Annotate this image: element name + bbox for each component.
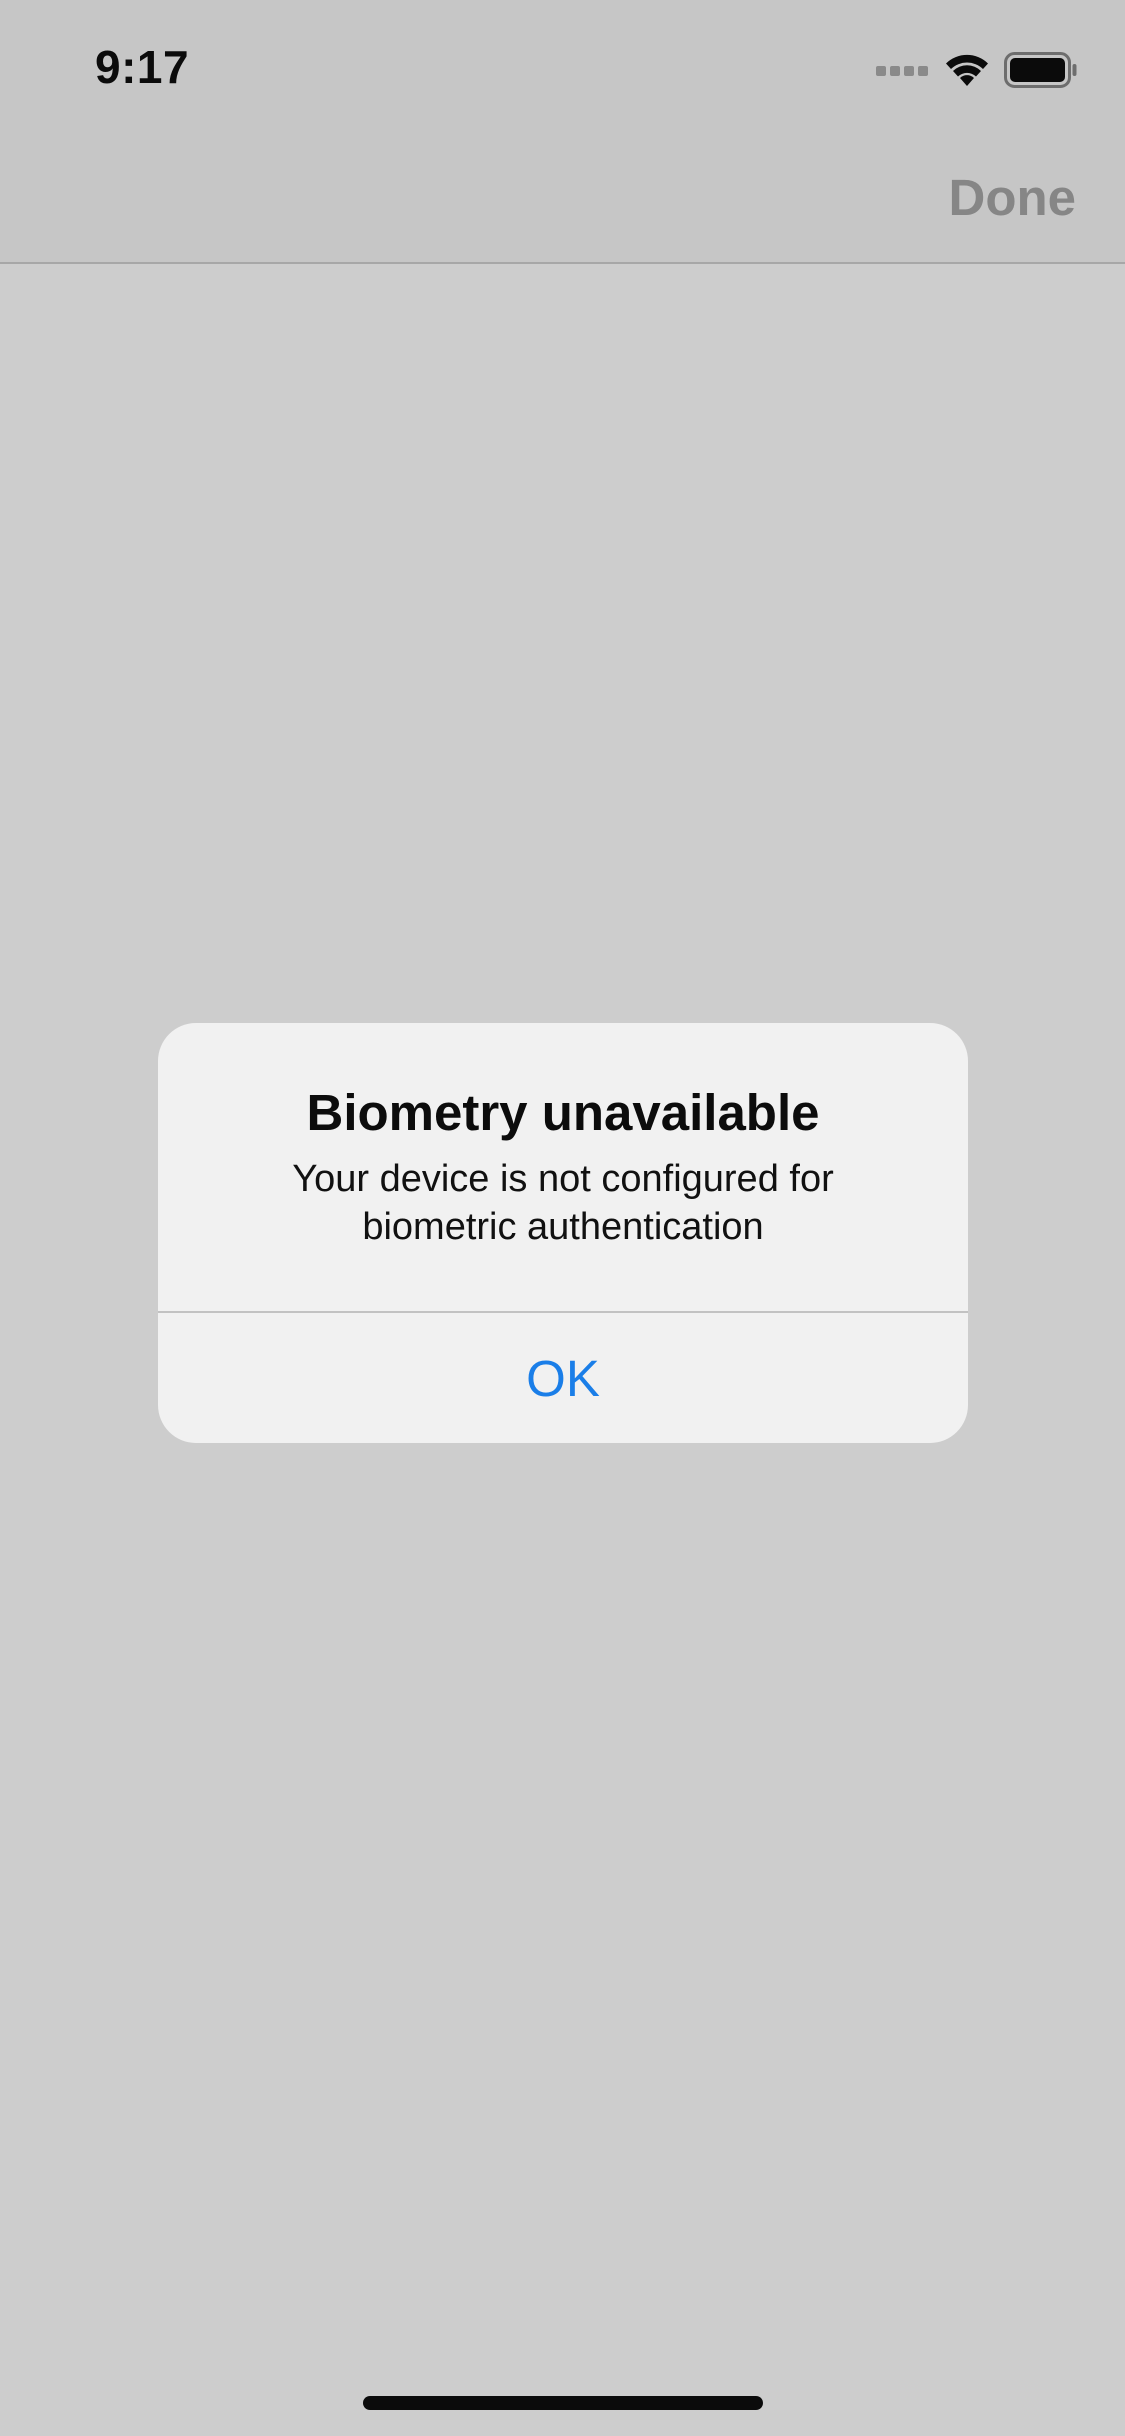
cellular-signal-icon — [876, 66, 928, 76]
home-indicator[interactable] — [363, 2396, 763, 2410]
status-time: 9:17 — [95, 41, 190, 93]
alert-title: Biometry unavailable — [306, 1084, 820, 1141]
done-button[interactable]: Done — [949, 168, 1077, 227]
alert-message: Your device is not configured for biomet… — [292, 1158, 834, 1249]
navigation-bar: Done — [0, 132, 1125, 264]
alert-body: Biometry unavailable Your device is not … — [158, 1023, 968, 1311]
battery-icon — [1004, 52, 1077, 88]
status-icons — [876, 50, 1078, 90]
status-bar: 9:17 — [0, 0, 1125, 132]
wifi-icon — [946, 54, 988, 86]
biometry-alert-dialog: Biometry unavailable Your device is not … — [158, 1023, 968, 1443]
ok-button[interactable]: OK — [158, 1313, 968, 1443]
